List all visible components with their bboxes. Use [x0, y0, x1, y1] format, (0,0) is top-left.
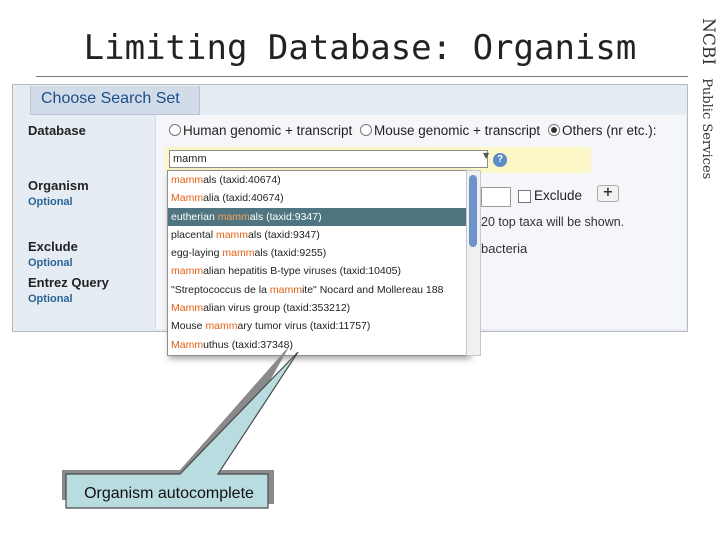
callout-label: Organism autocomplete: [84, 485, 254, 502]
callout-graphic: [62, 345, 299, 509]
